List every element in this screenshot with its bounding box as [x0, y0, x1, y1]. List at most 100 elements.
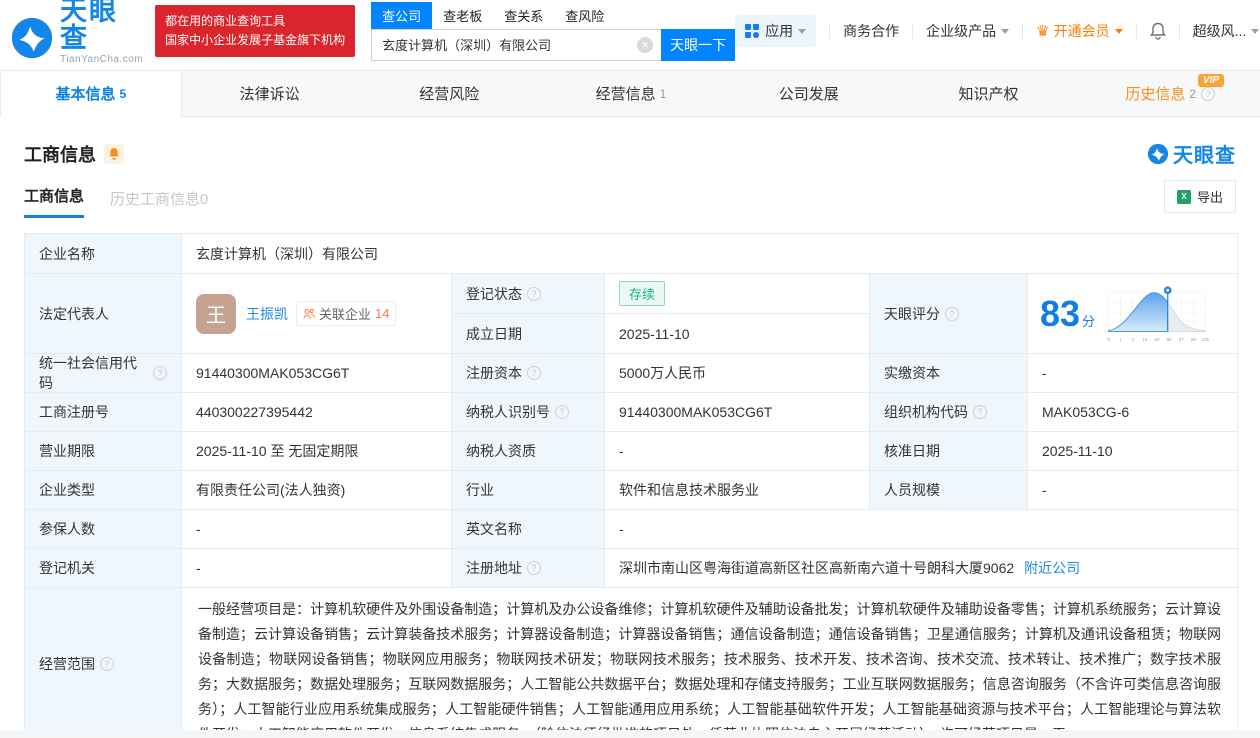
table-row: 统一社会信用代码? 91440300MAK053CG6T 注册资本? 5000万…	[25, 354, 1237, 393]
field-label: 天眼评分?	[870, 274, 1028, 354]
search-button[interactable]: 天眼一下	[661, 28, 736, 61]
help-icon[interactable]: ?	[973, 405, 987, 419]
legal-rep-link[interactable]: 王振凯	[246, 304, 288, 324]
help-icon[interactable]: ?	[527, 561, 541, 575]
reg-authority-value: -	[182, 549, 452, 588]
brand-domain: TianYanCha.com	[60, 53, 144, 65]
approval-date-value: 2025-11-10	[1028, 432, 1237, 471]
reg-status-cell: 存续	[605, 274, 870, 314]
field-label: 注册资本?	[452, 354, 605, 393]
page-bottom-strip	[0, 730, 1260, 738]
search-tab-risk[interactable]: 查风险	[554, 2, 615, 29]
field-label: 实缴资本	[870, 354, 1028, 393]
nearby-companies-link[interactable]: 附近公司	[1024, 558, 1080, 578]
table-row: 登记机关 - 注册地址? 深圳市南山区粤海街道高新区社区高新南六道十号朗科大厦9…	[25, 549, 1237, 588]
caret-down-icon	[798, 28, 807, 34]
subtab-business-info[interactable]: 工商信息	[24, 185, 85, 218]
search-input[interactable]	[371, 28, 662, 61]
field-label: 统一社会信用代码?	[25, 354, 182, 393]
tab-operation-risk[interactable]: 经营风险	[361, 71, 541, 116]
export-button[interactable]: X 导出	[1163, 180, 1236, 213]
tianyancha-logo[interactable]: 天眼查 TianYanCha.com	[10, 0, 143, 65]
company-name-value: 玄度计算机（深圳）有限公司	[182, 234, 1237, 274]
english-name-value: -	[605, 510, 1237, 549]
reg-address-cell: 深圳市南山区粤海街道高新区社区高新南六道十号朗科大厦9062 附近公司	[605, 549, 1237, 588]
menu-open-vip[interactable]: ♛ 开通会员	[1036, 21, 1123, 41]
search-type-tabs: 查公司 查老板 查关系 查风险	[371, 1, 735, 29]
search-tab-relation[interactable]: 查关系	[493, 2, 554, 29]
reg-address-value: 深圳市南山区粤海街道高新区社区高新南六道十号朗科大厦9062	[619, 560, 1015, 576]
tianyancha-company-page: 天眼查 TianYanCha.com 都在用的商业查询工具 国家中小企业发展子基…	[0, 0, 1260, 738]
table-row: 企业名称 玄度计算机（深圳）有限公司	[25, 234, 1237, 274]
svg-text:15: 15	[1142, 337, 1147, 342]
caret-down-icon	[1114, 28, 1123, 34]
people-icon	[303, 308, 315, 319]
industry-value: 软件和信息技术服务业	[605, 471, 870, 510]
field-label: 登记机关	[25, 549, 182, 588]
tab-company-development[interactable]: 公司发展	[721, 71, 901, 116]
clear-search-icon[interactable]: ✕	[637, 36, 654, 53]
apps-menu[interactable]: 应用	[735, 15, 817, 47]
divider	[829, 23, 831, 39]
tab-legal-proceedings[interactable]: 法律诉讼	[182, 71, 362, 116]
field-label: 成立日期	[452, 314, 605, 354]
help-icon[interactable]: ?	[1201, 86, 1216, 101]
search-tab-company[interactable]: 查公司	[371, 1, 433, 29]
svg-text:1: 1	[1120, 337, 1123, 342]
score-unit: 分	[1082, 313, 1096, 329]
tab-operation-info[interactable]: 经营信息 1	[541, 71, 721, 116]
credit-code-value: 91440300MAK053CG6T	[182, 354, 452, 393]
field-label: 纳税人识别号?	[452, 393, 605, 432]
field-label: 行业	[452, 471, 605, 510]
subtab-history-business-info[interactable]: 历史工商信息0	[110, 188, 208, 218]
field-label: 组织机构代码?	[870, 393, 1028, 432]
help-icon[interactable]: ?	[527, 286, 541, 301]
tianyancha-logo-icon	[10, 16, 54, 65]
tab-basic-info[interactable]: 基本信息 5	[0, 71, 182, 117]
related-companies-badge[interactable]: 关联企业 14	[296, 301, 397, 326]
help-icon[interactable]: ?	[100, 657, 114, 671]
excel-icon: X	[1176, 189, 1191, 204]
brand-slogan: 都在用的商业查询工具 国家中小企业发展子基金旗下机构	[155, 5, 356, 57]
apps-grid-icon	[745, 24, 760, 38]
reg-number-value: 440300227395442	[182, 393, 452, 432]
svg-text:0: 0	[1107, 337, 1110, 342]
table-row: 经营范围? 一般经营项目是：计算机软硬件及外围设备制造；计算机及办公设备维修；计…	[25, 588, 1237, 738]
field-label: 经营范围?	[25, 588, 182, 738]
section-header: 工商信息 天眼查	[24, 139, 1236, 168]
business-info-table: 企业名称 玄度计算机（深圳）有限公司 法定代表人 王 王振凯 关联企业 14 登…	[24, 233, 1238, 738]
tab-history-info[interactable]: VIP 历史信息 2 ?	[1080, 71, 1260, 116]
menu-super-risk[interactable]: 超级风...	[1193, 21, 1260, 41]
tab-intellectual-property[interactable]: 知识产权	[901, 71, 1081, 116]
table-row: 营业期限 2025-11-10 至 无固定期限 纳税人资质 - 核准日期 202…	[25, 432, 1237, 471]
notifications-bell-icon[interactable]	[1149, 22, 1166, 40]
field-label: 登记状态?	[452, 274, 605, 314]
subscribe-bell-icon[interactable]	[104, 143, 124, 164]
score-distribution-chart: 0 1 3 15 50 85 97 99 100	[1107, 285, 1210, 342]
divider	[1022, 23, 1024, 39]
help-icon[interactable]: ?	[153, 366, 167, 380]
help-icon[interactable]: ?	[945, 306, 959, 321]
help-icon[interactable]: ?	[527, 366, 541, 380]
svg-text:97: 97	[1179, 337, 1184, 342]
field-label: 营业期限	[25, 432, 182, 471]
field-label: 参保人数	[25, 510, 182, 549]
menu-business-cooperation[interactable]: 商务合作	[843, 21, 899, 41]
company-nav-tabs: 基本信息 5 法律诉讼 经营风险 经营信息 1 公司发展 知识产权 VIP 历史信息…	[0, 70, 1260, 117]
section-title: 工商信息	[24, 144, 96, 165]
score-cell: 83 分 0 1 3 15 50 85 97 99 100	[1028, 274, 1237, 354]
table-row: 工商注册号 440300227395442 纳税人识别号? 91440300MA…	[25, 393, 1237, 432]
search-tab-boss[interactable]: 查老板	[432, 2, 493, 29]
help-icon[interactable]: ?	[555, 405, 569, 419]
taxpayer-quality-value: -	[605, 432, 870, 471]
subtab-bar: 工商信息 历史工商信息0 X 导出	[24, 180, 1236, 218]
business-term-value: 2025-11-10 至 无固定期限	[182, 432, 452, 471]
field-label: 英文名称	[452, 510, 605, 549]
field-label: 核准日期	[870, 432, 1028, 471]
menu-enterprise-products[interactable]: 企业级产品	[926, 21, 1010, 41]
staff-size-value: -	[1028, 471, 1237, 510]
legal-rep-avatar[interactable]: 王	[196, 293, 236, 334]
vip-badge: VIP	[1197, 74, 1225, 87]
legal-rep-cell: 王 王振凯 关联企业 14	[182, 274, 452, 354]
header-menu: 应用 商务合作 企业级产品 ♛ 开通会员 超级风...	[735, 15, 1260, 47]
